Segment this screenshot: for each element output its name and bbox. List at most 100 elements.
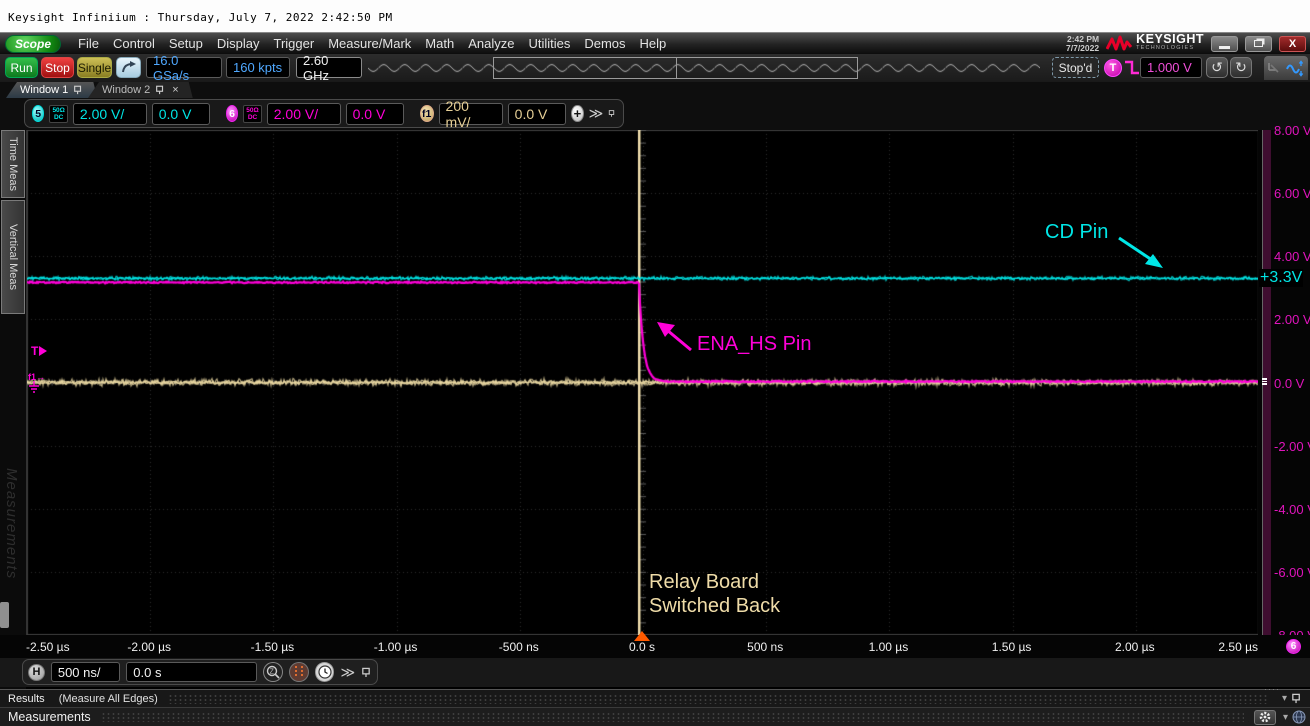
tab-window-1[interactable]: Window 1 <box>6 82 97 98</box>
results-texture <box>168 694 1268 704</box>
close-button[interactable]: X <box>1279 36 1306 52</box>
results-title: Results <box>8 693 45 705</box>
annotation-relay-board[interactable]: Relay Board Switched Back <box>649 570 780 618</box>
toolbar-right-panel <box>1264 56 1308 80</box>
svg-text:Z: Z <box>270 669 275 676</box>
acquisition-toolbar: Run Stop Single 16.0 GSa/s 160 kpts 2.60… <box>0 54 1310 82</box>
x-tick-label: 500 ns <box>747 640 783 654</box>
scope-graticule[interactable]: CD Pin ENA_HS Pin Relay Board Switched B… <box>26 130 1258 635</box>
minimize-button[interactable] <box>1211 36 1238 52</box>
sample-rate-field[interactable]: 16.0 GSa/s <box>146 57 222 78</box>
brand-name: KEYSIGHT <box>1136 35 1204 44</box>
annotation-cd-pin[interactable]: CD Pin <box>1045 221 1108 244</box>
menu-control[interactable]: Control <box>113 36 155 51</box>
horizontal-badge[interactable]: H <box>28 664 45 681</box>
zoom-button[interactable]: Z <box>263 662 283 682</box>
trigger-time-marker-icon[interactable] <box>634 631 650 641</box>
menu-measure-mark[interactable]: Measure/Mark <box>328 36 411 51</box>
title-bar: Keysight Infiniium : Thursday, July 7, 2… <box>0 0 1310 33</box>
measurements-expand-caret[interactable]: ▾ <box>1283 712 1288 723</box>
menu-help[interactable]: Help <box>640 36 667 51</box>
dim-cursor-icon[interactable] <box>1267 61 1282 76</box>
expand-chevrons[interactable]: ≫ <box>340 664 355 681</box>
channel-6-coupling-badge[interactable]: 50Ω DC <box>243 105 261 123</box>
pin-icon[interactable] <box>361 667 372 678</box>
waveform-scale-icon[interactable] <box>1286 60 1305 77</box>
globe-icon[interactable] <box>1292 710 1306 724</box>
clock-icon <box>318 665 332 679</box>
timebase-position-field[interactable]: 0.0 s <box>126 662 257 682</box>
function-f1-badge[interactable]: f1 <box>420 105 434 122</box>
axis-channel-badge[interactable]: 6 <box>1286 639 1301 654</box>
add-channel-button[interactable]: + <box>571 105 583 122</box>
preview-center-line <box>676 58 677 78</box>
expand-chevrons[interactable]: ≫ <box>589 105 604 122</box>
restore-button[interactable] <box>1245 36 1272 52</box>
f1-offset-field[interactable]: 0.0 V <box>508 103 567 125</box>
scope-menu-button[interactable]: Scope <box>5 35 61 53</box>
x-tick-label: -1.00 µs <box>374 640 418 654</box>
results-expand-caret[interactable]: ▾ <box>1282 693 1287 704</box>
menu-analyze[interactable]: Analyze <box>468 36 514 51</box>
horizontal-toolbar: H 500 ns/ 0.0 s Z ≫ <box>0 658 1310 687</box>
touch-button[interactable] <box>116 57 141 78</box>
channel-6-badge[interactable]: 6 <box>226 105 238 122</box>
y-tick-label: 6.00 V <box>1274 186 1310 201</box>
channel-5-offset-field[interactable]: 0.0 V <box>152 103 211 125</box>
channel-6-offset-field[interactable]: 0.0 V <box>346 103 405 125</box>
pin-icon[interactable] <box>155 85 165 95</box>
undo-button[interactable]: ↺ <box>1206 57 1228 78</box>
channel-5-badge[interactable]: 5 <box>32 105 44 122</box>
clock-date: 7/7/2022 <box>1066 44 1099 53</box>
measurements-bar[interactable]: Measurements ▾ <box>0 707 1310 726</box>
pin-icon[interactable] <box>73 85 83 95</box>
trigger-source-badge[interactable]: T <box>1104 59 1122 77</box>
stop-button[interactable]: Stop <box>41 57 74 78</box>
channel-5-scale-field[interactable]: 2.00 V/ <box>73 103 147 125</box>
pin-icon[interactable] <box>1291 693 1302 704</box>
time-reference-button[interactable] <box>315 662 335 682</box>
ena-hs-pin-arrow <box>653 318 699 358</box>
menu-trigger[interactable]: Trigger <box>274 36 315 51</box>
bandwidth-field[interactable]: 2.60 GHz <box>296 57 362 78</box>
menu-file[interactable]: File <box>78 36 99 51</box>
clock: 2:42 PM 7/7/2022 <box>1066 35 1099 53</box>
menu-math[interactable]: Math <box>425 36 454 51</box>
trigger-level-field[interactable]: 1.000 V <box>1140 57 1202 78</box>
measurements-settings-button[interactable] <box>1254 710 1276 725</box>
single-button[interactable]: Single <box>77 57 112 78</box>
x-tick-label: -1.50 µs <box>251 640 295 654</box>
keysight-spark-icon <box>1106 35 1132 53</box>
trigger-level-marker[interactable]: T <box>31 344 48 358</box>
menu-demos[interactable]: Demos <box>584 36 625 51</box>
channel-5-coupling: DC <box>52 114 64 121</box>
sidebar-scroll-nub[interactable] <box>0 602 9 628</box>
channel-6-scale-field[interactable]: 2.00 V/ <box>267 103 341 125</box>
tab-vertical-meas[interactable]: Vertical Meas <box>1 200 25 314</box>
pin-icon[interactable] <box>608 108 616 119</box>
run-button[interactable]: Run <box>5 57 38 78</box>
drag-handle-dots[interactable]: ···· <box>1264 684 1280 694</box>
memory-depth-field[interactable]: 160 kpts <box>226 57 290 78</box>
timebase-scale-field[interactable]: 500 ns/ <box>51 662 120 682</box>
preview-window-box[interactable] <box>493 57 858 79</box>
menu-setup[interactable]: Setup <box>169 36 203 51</box>
menu-items: File Control Setup Display Trigger Measure/Ma… <box>71 36 673 51</box>
channel-5-coupling-badge[interactable]: 50Ω DC <box>49 105 67 123</box>
tab-time-meas[interactable]: Time Meas <box>1 130 25 198</box>
window-tab-row: Window 1 Window 2 × <box>0 82 1310 98</box>
redo-button[interactable]: ↻ <box>1230 57 1252 78</box>
waveform-preview[interactable] <box>368 57 1040 79</box>
tab-close-icon[interactable]: × <box>172 84 178 96</box>
menu-utilities[interactable]: Utilities <box>528 36 570 51</box>
f1-scale-field[interactable]: 200 mV/ <box>439 103 503 125</box>
f1-ground-marker[interactable]: f1→ <box>28 373 45 394</box>
annotation-ena-hs-pin[interactable]: ENA_HS Pin <box>697 333 812 356</box>
markers-button[interactable] <box>289 662 309 682</box>
menu-display[interactable]: Display <box>217 36 260 51</box>
results-bar[interactable]: Results (Measure All Edges) ···· ▾ <box>0 689 1310 707</box>
falling-edge-icon[interactable] <box>1124 59 1140 76</box>
tab-window-2[interactable]: Window 2 × <box>88 82 193 98</box>
acq-state-button[interactable]: Stop'd <box>1052 57 1099 78</box>
trigger-marker-arrow-icon <box>38 345 48 357</box>
